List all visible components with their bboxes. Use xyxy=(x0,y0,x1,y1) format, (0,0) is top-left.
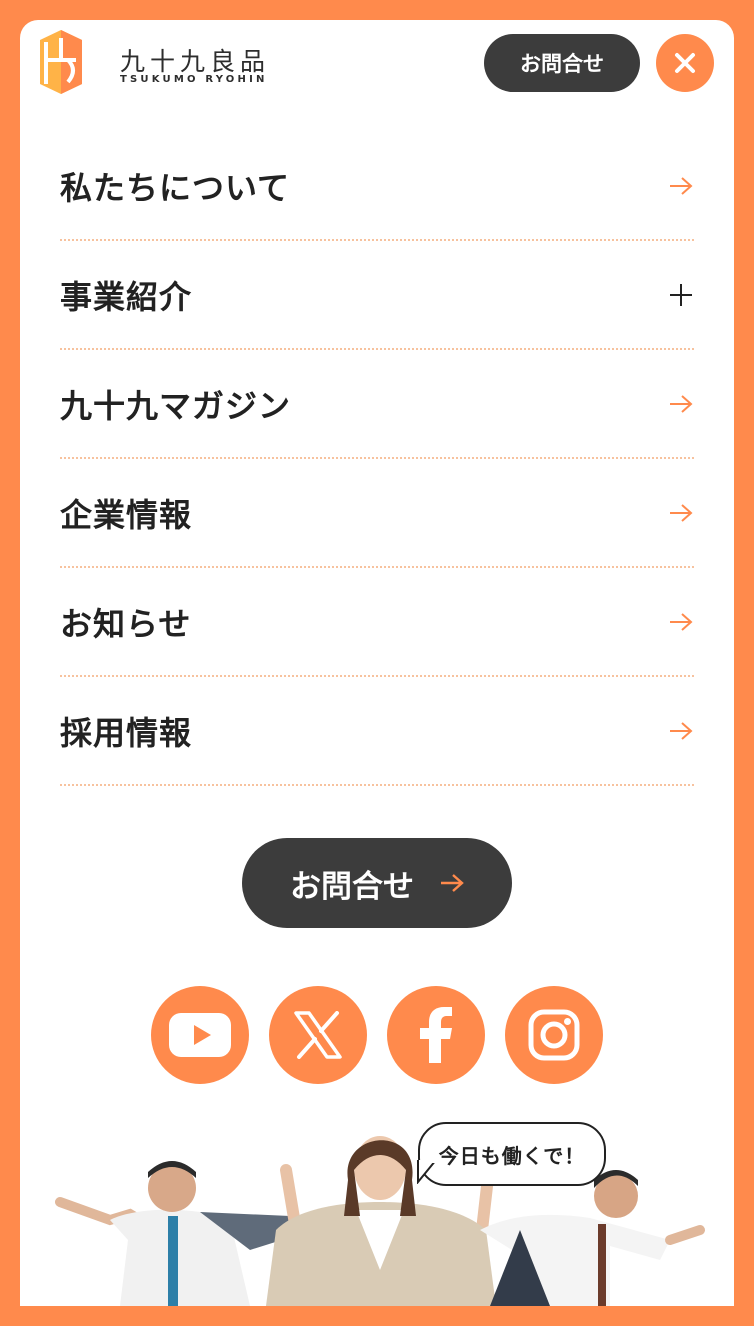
nav-item-company[interactable]: 企業情報 xyxy=(60,459,694,568)
instagram-link[interactable] xyxy=(505,986,603,1084)
nav-item-label: 事業紹介 xyxy=(60,277,193,316)
x-link[interactable] xyxy=(269,986,367,1084)
plus-icon[interactable] xyxy=(668,282,694,308)
speech-bubble-tail xyxy=(417,1160,437,1184)
arrow-right-icon xyxy=(668,173,694,199)
logo-name-ja: 九十九良品 xyxy=(120,47,271,76)
speech-bubble-text: 今日も働くで！ xyxy=(438,1143,586,1168)
person-right xyxy=(480,1170,705,1306)
youtube-link[interactable] xyxy=(151,986,249,1084)
close-button[interactable] xyxy=(656,34,714,92)
x-icon xyxy=(294,1011,342,1059)
arrow-right-icon xyxy=(668,718,694,744)
contact-button-label: お問合せ xyxy=(290,868,414,905)
facebook-link[interactable] xyxy=(387,986,485,1084)
nav-item-magazine[interactable]: 九十九マガジン xyxy=(60,350,694,459)
nav-item-business[interactable]: 事業紹介 xyxy=(60,241,694,350)
instagram-icon xyxy=(528,1009,580,1061)
header-contact-button[interactable]: お問合せ xyxy=(484,34,640,92)
logo-name-en: TSUKUMO RYOHIN xyxy=(120,74,268,85)
arrow-right-icon xyxy=(668,609,694,635)
nav-item-news[interactable]: お知らせ xyxy=(60,568,694,677)
youtube-icon xyxy=(169,1013,231,1057)
staff-illustration xyxy=(55,1136,705,1306)
nav-item-label: 九十九マガジン xyxy=(60,386,292,425)
contact-button[interactable]: お問合せ xyxy=(242,838,512,928)
arrow-right-icon xyxy=(440,873,464,893)
nav-item-label: 企業情報 xyxy=(60,495,193,534)
close-icon xyxy=(675,53,695,73)
main-nav: 私たちについて 事業紹介 九十九マガジン 企業情報 お知らせ 採用情報 xyxy=(60,132,694,786)
logo[interactable]: 九十九良品 TSUKUMO RYOHIN xyxy=(40,30,270,94)
nav-item-label: 私たちについて xyxy=(60,168,291,207)
social-links xyxy=(151,986,603,1084)
arrow-right-icon xyxy=(668,391,694,417)
menu-panel: 九十九良品 TSUKUMO RYOHIN お問合せ 私たちについて 事業紹介 九… xyxy=(20,20,734,1306)
nav-item-recruit[interactable]: 採用情報 xyxy=(60,677,694,786)
nav-item-label: 採用情報 xyxy=(60,713,193,752)
logo-mark-icon xyxy=(40,30,82,94)
nav-item-label: お知らせ xyxy=(60,604,192,643)
facebook-icon xyxy=(420,1007,452,1063)
speech-bubble: 今日も働くで！ xyxy=(418,1122,606,1186)
nav-item-about[interactable]: 私たちについて xyxy=(60,132,694,241)
arrow-right-icon xyxy=(668,500,694,526)
